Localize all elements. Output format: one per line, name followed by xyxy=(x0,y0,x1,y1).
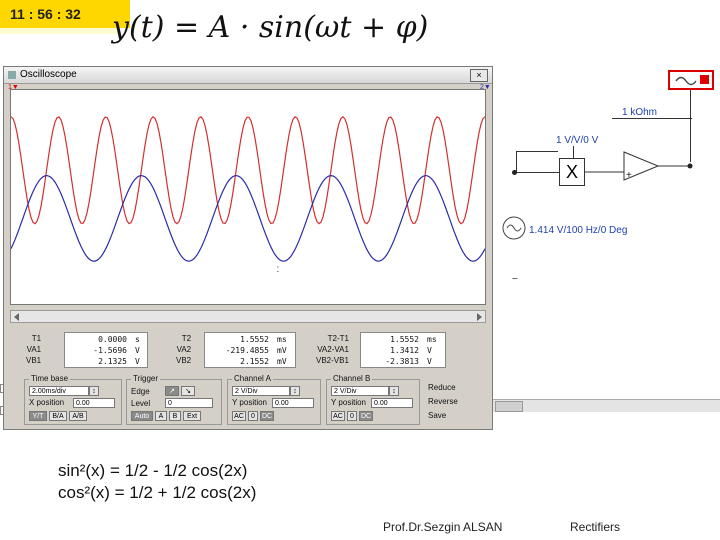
multiplier-block: X xyxy=(559,158,585,186)
timebase-spin-icon[interactable]: ↕ xyxy=(89,386,99,396)
channel-a-ac-button[interactable]: AC xyxy=(232,411,246,421)
scroll-right-arrow-icon[interactable] xyxy=(477,313,482,321)
timebase-label: Time base xyxy=(29,374,71,383)
trigger-level-field[interactable]: 0 xyxy=(165,398,213,408)
trigger-label: Trigger xyxy=(131,374,161,383)
channel-b-spin-icon[interactable]: ↕ xyxy=(389,386,399,396)
readout-t21-labels: T2-T1 VA2-VA1 VB2-VB1 xyxy=(316,334,349,365)
oscilloscope-titlebar[interactable]: Oscilloscope × xyxy=(4,67,492,84)
center-marker: : xyxy=(276,264,279,275)
source-label: 1.414 V/100 Hz/0 Deg xyxy=(529,225,628,236)
mode-ba-button[interactable]: B/A xyxy=(49,411,67,421)
timer-text: 11 : 56 : 32 xyxy=(10,6,81,22)
channel-a-scale-field[interactable]: 2 V/Div xyxy=(232,386,290,396)
footer-topic: Rectifiers xyxy=(570,520,621,534)
timer-underline xyxy=(0,28,120,34)
readout-t1-box: 0.0000 -1.5696 2.1325 sVV xyxy=(64,332,148,368)
edge-rising-icon[interactable]: ↗ xyxy=(165,386,179,396)
footer-author: Prof.Dr.Sezgin ALSAN xyxy=(383,520,503,534)
screen-horizontal-scrollbar[interactable] xyxy=(10,310,486,323)
identity-sin-squared: sin²(x) = 1/2 - 1/2 cos(2x) xyxy=(58,461,248,480)
trigger-auto-button[interactable]: Auto xyxy=(131,411,153,421)
wire xyxy=(516,151,558,152)
readout-t21-box: 1.5552 1.3412 -2.3813 ms V V xyxy=(360,332,446,368)
channel-b-ypos-field[interactable]: 0.00 xyxy=(371,398,413,408)
readout-t1-labels: T1 VA1 VB1 xyxy=(26,334,42,365)
readout-t2-box: 1.5552 -219.4855 2.1552 ms mV mV xyxy=(204,332,296,368)
trigger-b-button[interactable]: B xyxy=(169,411,181,421)
window-title: Oscilloscope xyxy=(20,69,77,80)
oscilloscope-screen: : xyxy=(10,89,486,305)
oscilloscope-window: Oscilloscope × 1▼ 2▼ : T1 VA1 VB1 0.0000 -1… xyxy=(3,66,493,430)
channel-b-zero-button[interactable]: 0 xyxy=(347,411,357,421)
close-button[interactable]: × xyxy=(470,69,488,82)
timebase-xpos-label: X position xyxy=(29,398,65,407)
junction-dot xyxy=(512,170,517,175)
trigger-group: Trigger Edge ↗ ↘ Level 0 Auto A B Ext xyxy=(126,374,222,425)
channel-b-ypos-label: Y position xyxy=(331,398,366,407)
channel-a-zero-button[interactable]: 0 xyxy=(248,411,258,421)
timebase-xpos-field[interactable]: 0.00 xyxy=(73,398,115,408)
trace-channel-a xyxy=(10,115,486,225)
mode-ab-button[interactable]: A/B xyxy=(69,411,87,421)
channel-a-dc-button[interactable]: DC xyxy=(260,411,274,421)
function-generator-icon[interactable] xyxy=(668,70,714,90)
edge-falling-icon[interactable]: ↘ xyxy=(181,386,195,396)
channel-a-ypos-field[interactable]: 0.00 xyxy=(272,398,314,408)
waveform-plot: : xyxy=(10,115,486,275)
timebase-scale-field[interactable]: 2.00ms/div xyxy=(29,386,89,396)
window-icon xyxy=(8,71,16,79)
channel-a-label: Channel A xyxy=(232,374,273,383)
channel-a-spin-icon[interactable]: ↕ xyxy=(290,386,300,396)
wire xyxy=(573,146,574,158)
scroll-thumb[interactable] xyxy=(495,401,523,412)
resistor-label: 1 kOhm xyxy=(622,107,658,118)
channel-b-group: Channel B 2 V/Div ↕ Y position 0.00 AC 0… xyxy=(326,374,420,425)
mode-yt-button[interactable]: Y/T xyxy=(29,411,47,421)
trigger-ext-button[interactable]: Ext xyxy=(183,411,201,421)
reduce-button[interactable]: Reduce xyxy=(428,383,456,392)
timer-badge: 11 : 56 : 32 xyxy=(0,0,130,28)
wire xyxy=(516,172,559,173)
formula: y(t) = A · sin(ωt + φ) xyxy=(112,10,429,45)
timebase-group: Time base 2.00ms/div ↕ X position 0.00 Y… xyxy=(24,374,122,425)
channel-b-scale-field[interactable]: 2 V/Div xyxy=(331,386,389,396)
trigger-level-label: Level xyxy=(131,399,151,408)
channel-b-label: Channel B xyxy=(331,374,373,383)
opamp-symbol xyxy=(585,151,693,181)
channel-a-group: Channel A 2 V/Div ↕ Y position 0.00 AC 0… xyxy=(227,374,321,425)
scroll-left-arrow-icon[interactable] xyxy=(14,313,19,321)
readout-t2-labels: T2 VA2 VB2 xyxy=(176,334,192,365)
trig-identities: sin²(x) = 1/2 - 1/2 cos(2x) cos²(x) = 1/… xyxy=(58,460,256,504)
reverse-button[interactable]: Reverse xyxy=(428,397,458,406)
channel-a-ypos-label: Y position xyxy=(232,398,267,407)
plus-sign: + xyxy=(626,170,632,181)
minus-sign: − xyxy=(512,274,518,285)
trace-channel-b xyxy=(10,174,486,262)
trigger-a-button[interactable]: A xyxy=(155,411,167,421)
ac-source-icon xyxy=(502,216,526,240)
wire xyxy=(612,118,692,119)
channel-b-dc-button[interactable]: DC xyxy=(359,411,373,421)
channel-b-ac-button[interactable]: AC xyxy=(331,411,345,421)
save-button[interactable]: Save xyxy=(428,411,446,420)
trigger-edge-label: Edge xyxy=(131,387,150,396)
circuit-horizontal-scrollbar[interactable] xyxy=(493,399,720,412)
multiplier-label: 1 V/V/0 V xyxy=(556,135,599,146)
identity-cos-squared: cos²(x) = 1/2 + 1/2 cos(2x) xyxy=(58,483,257,502)
